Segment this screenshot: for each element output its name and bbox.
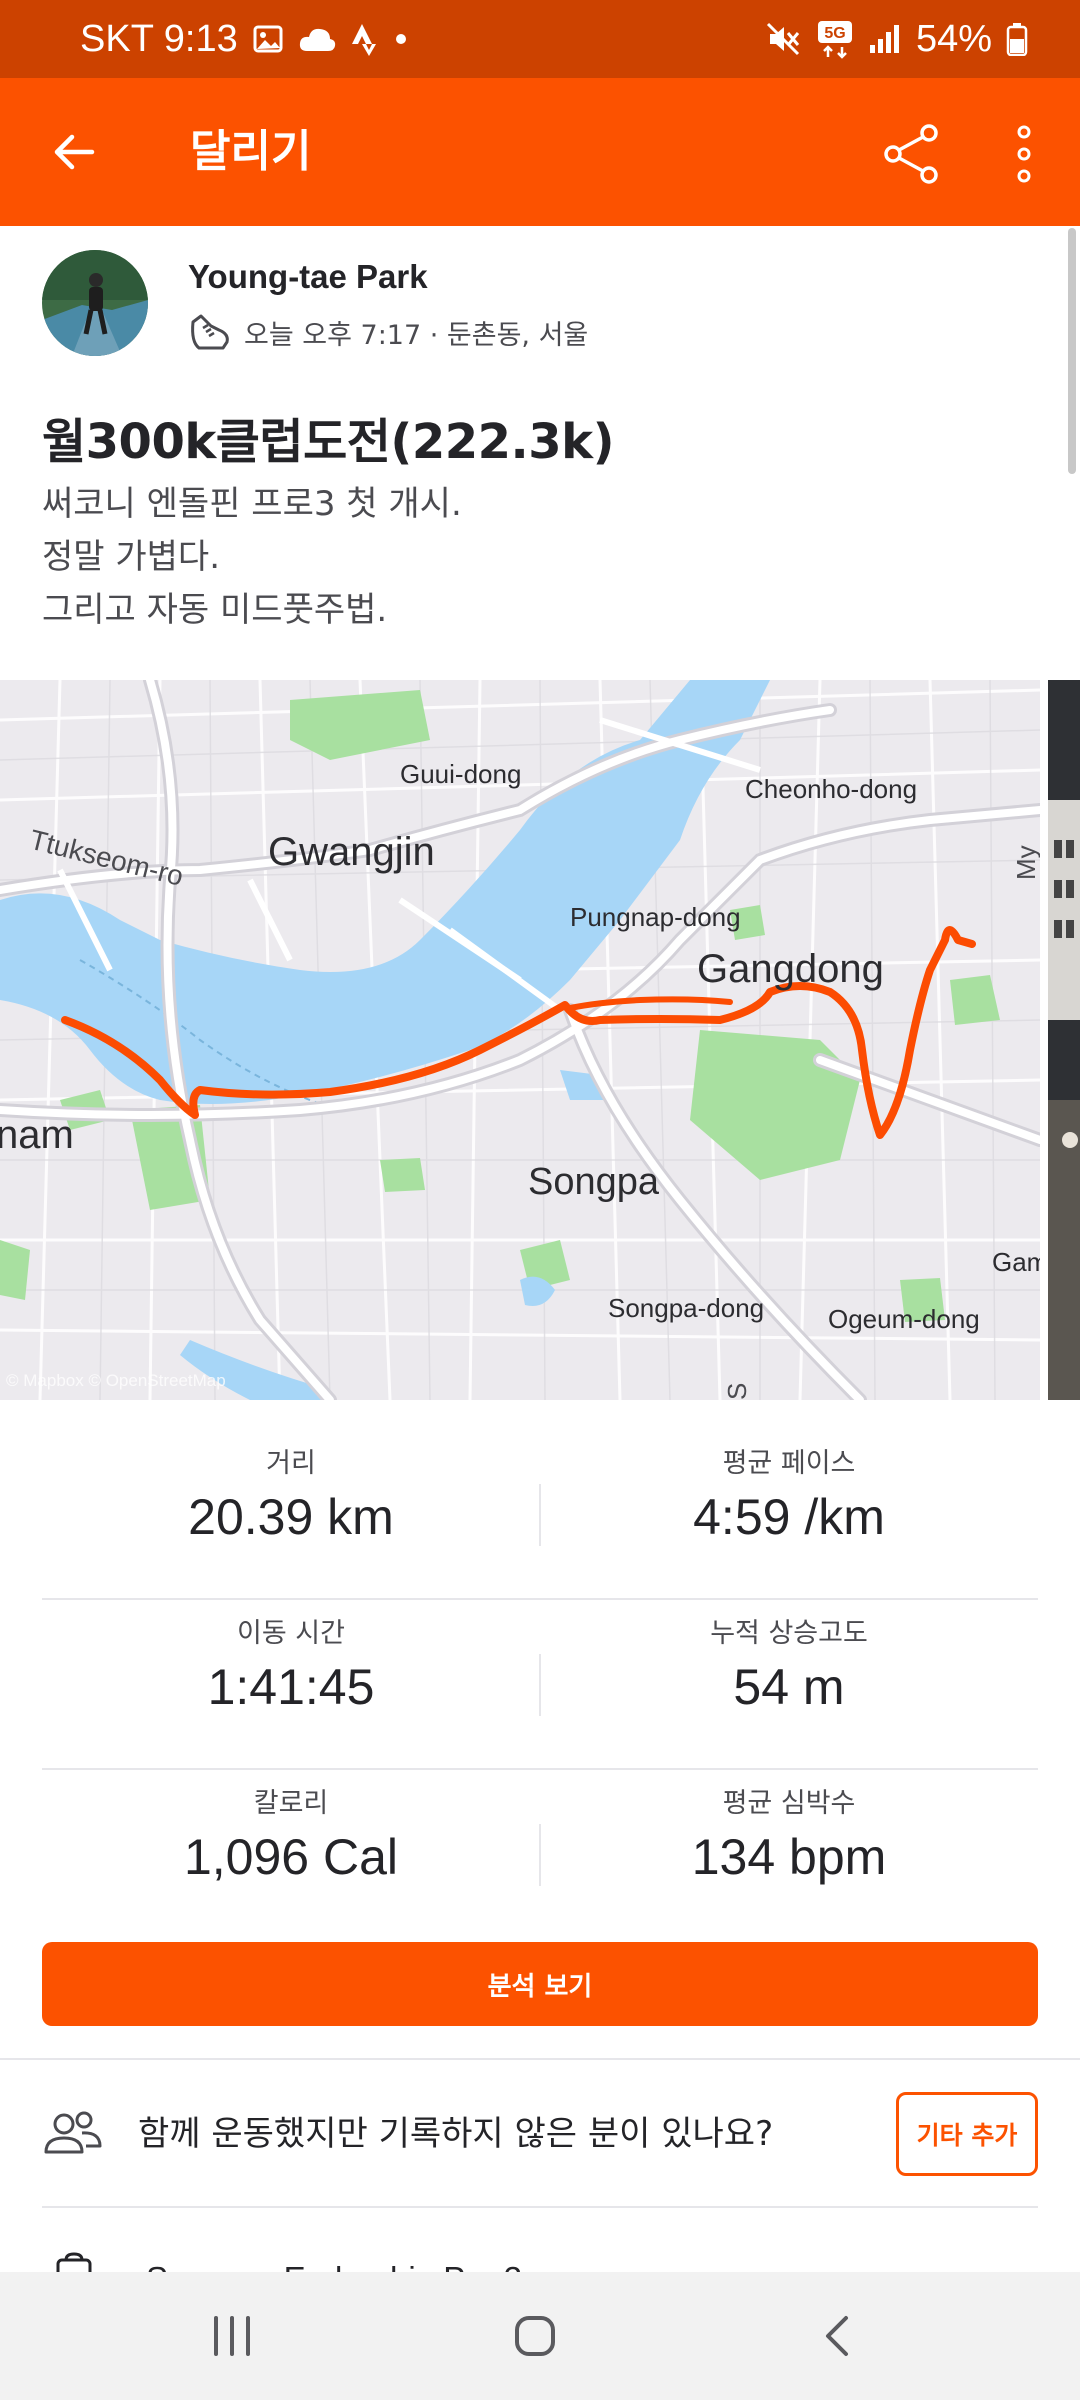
- description-line: 써코니 엔돌핀 프로3 첫 개시.: [42, 484, 462, 524]
- back-button[interactable]: [40, 118, 108, 186]
- stat-label: 평균 심박수: [722, 1788, 856, 1819]
- recent-apps-icon: [214, 2316, 250, 2356]
- map-canvas: Guui-dong Cheonho-dong Gwangjin Ttukseom…: [0, 680, 1040, 1400]
- more-vertical-icon: [1017, 125, 1031, 183]
- stat-value: 4:59 /km: [693, 1489, 885, 1545]
- map-label: Songpa: [528, 1161, 660, 1203]
- back-nav-button[interactable]: [798, 2296, 878, 2376]
- description-line: 정말 가볍다.: [42, 537, 221, 577]
- chevron-left-icon: [826, 2316, 848, 2356]
- stat-avg-heart-rate: 평균 심박수 134 bpm: [540, 1786, 1038, 1886]
- section-divider: [0, 2058, 1080, 2060]
- add-others-button[interactable]: 기타 추가: [896, 2092, 1038, 2176]
- map-label: Cheonho-dong: [745, 774, 917, 804]
- map-label: Pungnap-dong: [570, 902, 741, 932]
- route-map[interactable]: Guui-dong Cheonho-dong Gwangjin Ttukseom…: [0, 680, 1040, 1400]
- cloud-icon: [298, 25, 336, 53]
- photo-thumbnail-peek[interactable]: [1048, 680, 1080, 1400]
- scroll-indicator[interactable]: [1068, 228, 1076, 474]
- signal-icon: [868, 23, 902, 55]
- stat-avg-pace: 평균 페이스 4:59 /km: [540, 1446, 1038, 1546]
- map-label: Gwangjin: [268, 830, 435, 874]
- add-others-prompt: 함께 운동했지만 기록하지 않은 분이 있나요?: [138, 2114, 774, 2154]
- stat-value: 1,096 Cal: [183, 1829, 399, 1885]
- network-5g-icon: 5G: [816, 19, 854, 59]
- stat-value: 1:41:45: [207, 1659, 375, 1715]
- stat-label: 평균 페이스: [722, 1448, 856, 1479]
- stat-label: 거리: [266, 1448, 316, 1479]
- activity-title: 월300k클럽도전(222.3k): [42, 414, 615, 470]
- description-line: 그리고 자동 미드풋주법.: [42, 590, 388, 630]
- stat-label: 이동 시간: [237, 1618, 345, 1649]
- athlete-name[interactable]: Young-tae Park: [188, 258, 428, 296]
- battery-percent: 54%: [915, 17, 992, 60]
- activity-meta: 오늘 오후 7:17 · 둔촌동, 서울: [188, 310, 588, 354]
- map-label: Guui-dong: [400, 759, 521, 789]
- home-button[interactable]: [495, 2296, 575, 2376]
- strava-icon: [350, 22, 380, 56]
- page-title: 달리기: [190, 126, 312, 177]
- map-attribution: © Mapbox © OpenStreetMap: [6, 1371, 226, 1390]
- stats-row: 칼로리 1,096 Cal 평균 심박수 134 bpm: [42, 1770, 1038, 1940]
- map-label: nam: [0, 1113, 74, 1157]
- avatar[interactable]: [42, 250, 148, 356]
- system-navigation-bar: [0, 2272, 1080, 2400]
- stat-label: 누적 상승고도: [710, 1618, 868, 1649]
- stat-moving-time: 이동 시간 1:41:45: [42, 1616, 540, 1716]
- activity-time-location: 오늘 오후 7:17 · 둔촌동, 서울: [244, 319, 589, 351]
- stat-distance: 거리 20.39 km: [42, 1446, 540, 1546]
- share-icon: [884, 124, 938, 184]
- section-divider: [42, 2206, 1038, 2208]
- add-others-row: 함께 운동했지만 기록하지 않은 분이 있나요? 기타 추가: [0, 2092, 1080, 2176]
- view-analysis-button[interactable]: 분석 보기: [42, 1942, 1038, 2026]
- stats-grid: 거리 20.39 km 평균 페이스 4:59 /km 이동 시간 1:41:4…: [42, 1430, 1038, 1940]
- gallery-icon: [252, 23, 284, 55]
- stats-row: 거리 20.39 km 평균 페이스 4:59 /km: [42, 1430, 1038, 1600]
- mute-icon: [766, 22, 802, 56]
- dot-icon: [394, 32, 408, 46]
- battery-icon: [1006, 22, 1028, 56]
- status-bar: SKT 9:13 5G 54%: [0, 0, 1080, 78]
- stat-label: 칼로리: [253, 1788, 329, 1819]
- stat-value: 54 m: [733, 1659, 845, 1715]
- share-button[interactable]: [872, 114, 952, 194]
- app-bar: 달리기: [0, 78, 1080, 226]
- more-options-button[interactable]: [994, 114, 1054, 194]
- map-label: Songpa-dong: [608, 1293, 764, 1323]
- svg-text:5G: 5G: [824, 25, 845, 42]
- arrow-left-icon: [54, 134, 95, 170]
- shoe-icon: [188, 310, 232, 354]
- recent-apps-button[interactable]: [192, 2296, 272, 2376]
- map-label: S: [722, 1383, 752, 1400]
- stats-row: 이동 시간 1:41:45 누적 상승고도 54 m: [42, 1600, 1038, 1770]
- stat-calories: 칼로리 1,096 Cal: [42, 1786, 540, 1886]
- map-label: Gam: [992, 1247, 1040, 1277]
- activity-description: 써코니 엔돌핀 프로3 첫 개시. 정말 가볍다. 그리고 자동 미드풋주법.: [42, 478, 462, 637]
- stat-value: 20.39 km: [188, 1489, 394, 1545]
- map-label: My: [1011, 845, 1040, 880]
- stat-value: 134 bpm: [691, 1829, 887, 1885]
- map-label: Ogeum-dong: [828, 1304, 980, 1334]
- map-label: Gangdong: [697, 947, 884, 991]
- carrier-time: SKT 9:13: [80, 17, 238, 60]
- activity-detail-screen: SKT 9:13 5G 54% 달리기 Young-tae Park 오늘 오후…: [0, 0, 1080, 2400]
- stat-elevation-gain: 누적 상승고도 54 m: [540, 1616, 1038, 1716]
- home-icon: [515, 2316, 555, 2356]
- people-icon: [42, 2102, 104, 2164]
